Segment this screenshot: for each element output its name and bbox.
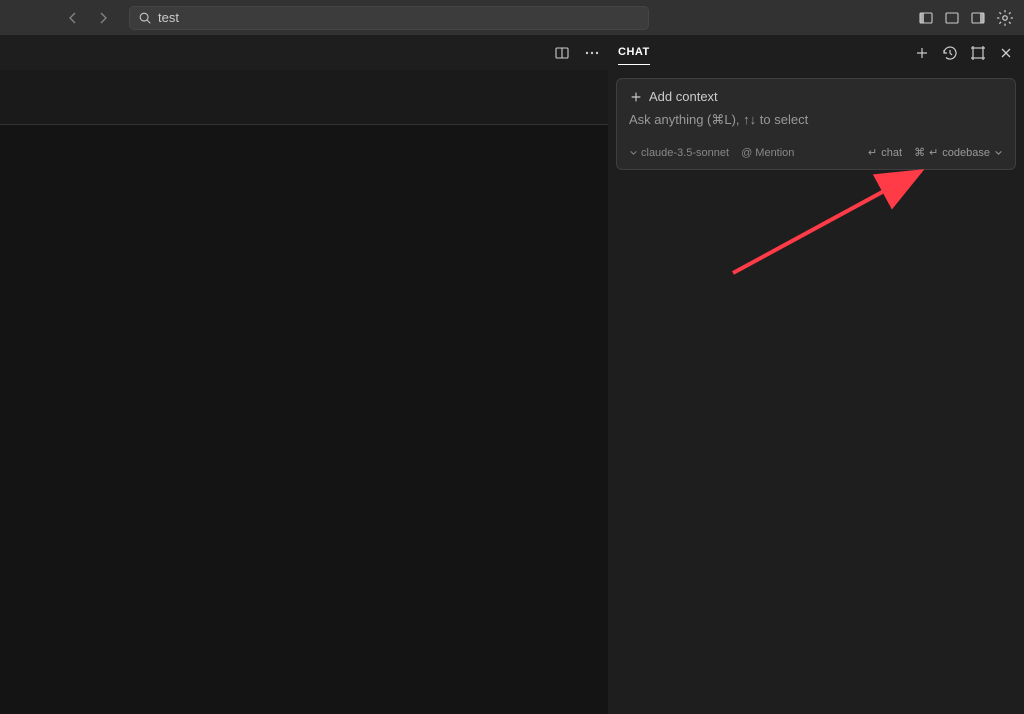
model-name: claude-3.5-sonnet <box>641 147 729 159</box>
titlebar-right-controls <box>918 9 1014 27</box>
cmd-icon: ⌘ <box>914 146 925 159</box>
panel-left-icon[interactable] <box>918 10 934 26</box>
gear-icon[interactable] <box>996 9 1014 27</box>
chat-panel: CHAT Add contex <box>608 35 1024 714</box>
chat-header-actions <box>914 45 1014 61</box>
editor-top-bar <box>0 35 608 70</box>
chat-btn-label: chat <box>881 147 902 159</box>
chat-header: CHAT <box>608 35 1024 70</box>
add-context-label: Add context <box>649 89 718 104</box>
codebase-button[interactable]: ⌘ ↵ codebase <box>914 146 1003 159</box>
main-area: CHAT Add contex <box>0 35 1024 714</box>
split-editor-icon[interactable] <box>554 45 570 61</box>
history-icon[interactable] <box>942 45 958 61</box>
titlebar: test <box>0 0 1024 35</box>
editor-area <box>0 35 608 714</box>
search-text: test <box>158 10 179 25</box>
back-arrow-icon[interactable] <box>65 10 81 26</box>
search-input[interactable]: test <box>129 6 649 30</box>
chat-submit-button[interactable]: ↵ chat <box>868 146 902 159</box>
panel-right-icon[interactable] <box>970 10 986 26</box>
chevron-down-icon <box>994 148 1003 157</box>
add-context-button[interactable]: Add context <box>629 89 1003 104</box>
chat-input-container: Add context Ask anything (⌘L), ↑↓ to sel… <box>616 78 1016 170</box>
editor-body[interactable] <box>0 125 608 714</box>
forward-arrow-icon[interactable] <box>95 10 111 26</box>
chat-input-footer: claude-3.5-sonnet @ Mention ↵ chat ⌘ ↵ co… <box>629 146 1003 159</box>
expand-icon[interactable] <box>970 45 986 61</box>
panel-bottom-icon[interactable] <box>944 10 960 26</box>
nav-arrows <box>65 10 111 26</box>
chat-tab[interactable]: CHAT <box>618 46 650 65</box>
chat-input[interactable]: Ask anything (⌘L), ↑↓ to select <box>629 112 1003 128</box>
mention-button[interactable]: @ Mention <box>741 147 794 159</box>
editor-tab-area <box>0 70 608 125</box>
codebase-btn-label: codebase <box>942 147 990 159</box>
more-icon[interactable] <box>584 45 600 61</box>
enter-icon-2: ↵ <box>929 146 938 159</box>
close-icon[interactable] <box>998 45 1014 61</box>
model-selector[interactable]: claude-3.5-sonnet <box>629 147 729 159</box>
enter-icon: ↵ <box>868 146 877 159</box>
plus-icon[interactable] <box>914 45 930 61</box>
add-icon <box>629 90 643 104</box>
chevron-down-icon <box>629 148 638 157</box>
search-icon <box>138 11 152 25</box>
